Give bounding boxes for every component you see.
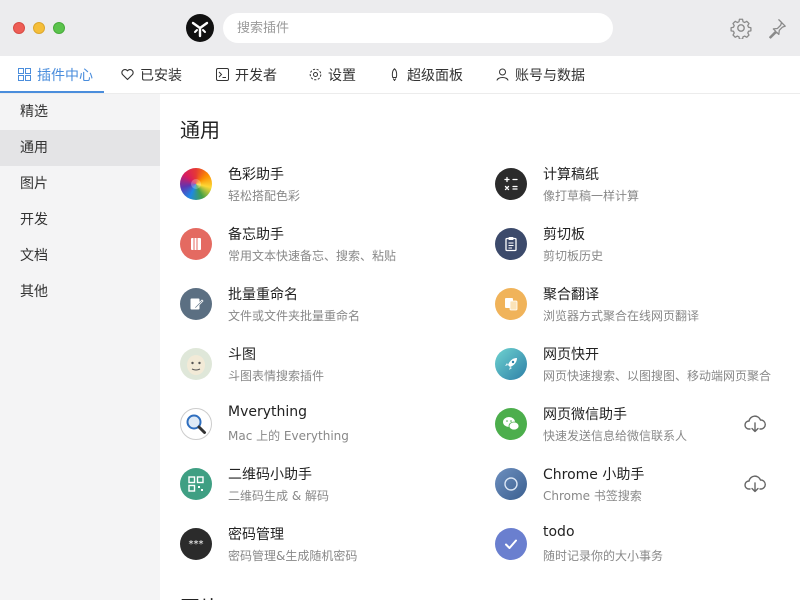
plugin-name: 备忘助手 [228,227,284,243]
cloud-download-icon[interactable] [743,412,767,436]
plugin-item-todo[interactable]: todo 随时记录你的大小事务 [495,524,795,576]
memo-icon [180,228,212,260]
rename-icon [180,288,212,320]
magnifier-icon [180,408,212,440]
plugin-item-meme[interactable]: 斗图 斗图表情搜索插件 [180,344,480,396]
plugin-name: 网页快开 [543,347,599,363]
plugin-item-clipboard[interactable]: 剪切板 剪切板历史 [495,224,795,276]
next-section-title: 图片 [180,592,220,600]
plugin-item-batch-rename[interactable]: 批量重命名 文件或文件夹批量重命名 [180,284,480,336]
plugin-item-password-manager[interactable]: *** 密码管理 密码管理&生成随机密码 [180,524,480,576]
tab-bar: 插件中心 已安装 开发者 设置 超级面板 账号与数据 [0,56,800,94]
sidebar-item-development[interactable]: 开发 [0,202,160,238]
rocket-launch-icon [495,348,527,380]
sidebar-item-general[interactable]: 通用 [0,130,160,166]
plugin-description: 二维码生成 & 解码 [228,489,329,503]
tab-installed[interactable]: 已安装 [121,56,182,93]
search-input[interactable] [223,13,613,43]
chrome-icon [495,468,527,500]
active-tab-indicator [0,91,104,93]
plugin-description: 斗图表情搜索插件 [228,369,325,383]
tab-label: 已安装 [140,67,182,84]
gear-icon [309,68,322,81]
tab-label: 超级面板 [407,67,463,84]
plugin-item-mverything[interactable]: Mverything Mac 上的 Everything [180,404,480,456]
plugin-name: 聚合翻译 [543,287,599,303]
sidebar-item-featured[interactable]: 精选 [0,94,160,130]
rocket-icon [391,68,398,81]
terminal-icon [216,68,229,81]
plugin-name: 剪切板 [543,227,585,243]
tab-plugin-center[interactable]: 插件中心 [18,56,93,93]
calculator-icon [495,168,527,200]
plugin-name: 批量重命名 [228,287,298,303]
tab-label: 设置 [328,67,356,84]
sidebar: 精选 通用 图片 开发 文档 其他 [0,94,160,600]
section-title: 通用 [180,118,220,142]
pin-icon[interactable] [766,17,788,39]
plugin-item-web-quick-open[interactable]: 网页快开 网页快速搜索、以图搜图、移动端网页聚合 [495,344,795,396]
wechat-icon [495,408,527,440]
tab-label: 账号与数据 [515,67,585,84]
plugin-name: 密码管理 [228,527,284,543]
heart-icon [121,69,134,81]
tab-super-panel[interactable]: 超级面板 [388,56,463,93]
close-window-button[interactable] [13,22,25,34]
svg-text:***: *** [189,539,204,550]
plugin-name: 计算稿纸 [543,167,599,183]
plugin-description: 常用文本快速备忘、搜索、粘贴 [228,249,397,263]
plugin-item-calc-paper[interactable]: 计算稿纸 像打草稿一样计算 [495,164,795,216]
gear-icon[interactable] [730,17,752,39]
clipboard-icon [495,228,527,260]
plugin-item-memo-assistant[interactable]: 备忘助手 常用文本快速备忘、搜索、粘贴 [180,224,480,276]
plugin-description: Mac 上的 Everything [228,429,349,443]
tab-settings[interactable]: 设置 [309,56,356,93]
color-wheel-icon [180,168,212,200]
qrcode-icon [180,468,212,500]
plugin-item-color-assistant[interactable]: 色彩助手 轻松搭配色彩 [180,164,480,216]
plugin-description: 文件或文件夹批量重命名 [228,309,361,323]
tab-developer[interactable]: 开发者 [216,56,277,93]
plugin-item-qrcode[interactable]: 二维码小助手 二维码生成 & 解码 [180,464,480,516]
plugin-name: 色彩助手 [228,167,284,183]
plugin-description: 随时记录你的大小事务 [543,549,664,563]
plugin-description: 网页快速搜索、以图搜图、移动端网页聚合 [543,369,772,383]
plugin-description: 轻松搭配色彩 [228,189,301,203]
sidebar-item-documents[interactable]: 文档 [0,238,160,274]
plugin-description: 快速发送信息给微信联系人 [543,429,688,443]
plugin-item-aggregate-translate[interactable]: 聚合翻译 浏览器方式聚合在线网页翻译 [495,284,795,336]
app-logo-icon [186,14,214,42]
plugin-name: todo [543,524,575,540]
minimize-window-button[interactable] [33,22,45,34]
plugin-item-chrome-assistant[interactable]: Chrome 小助手 Chrome 书签搜索 [495,464,785,516]
sidebar-item-other[interactable]: 其他 [0,274,160,310]
plugin-name: Chrome 小助手 [543,467,645,483]
plugin-description: 像打草稿一样计算 [543,189,640,203]
password-icon: *** [180,528,212,560]
plugin-item-web-wechat[interactable]: 网页微信助手 快速发送信息给微信联系人 [495,404,785,456]
plugin-name: 二维码小助手 [228,467,312,483]
grid-icon [18,68,31,81]
plugin-description: 浏览器方式聚合在线网页翻译 [543,309,700,323]
user-icon [496,68,509,81]
translate-icon [495,288,527,320]
title-bar [0,0,800,56]
plugin-description: 剪切板历史 [543,249,604,263]
plugin-list-panel: 通用 色彩助手 轻松搭配色彩 计算稿纸 像打草稿一样计算 备忘助手 常用文本快速… [160,94,800,600]
meme-face-icon [180,348,212,380]
plugin-name: 网页微信助手 [543,407,627,423]
plugin-description: Chrome 书签搜索 [543,489,642,503]
tab-label: 插件中心 [37,67,93,84]
plugin-description: 密码管理&生成随机密码 [228,549,358,563]
plugin-name: 斗图 [228,347,256,363]
cloud-download-icon[interactable] [743,472,767,496]
check-icon [495,528,527,560]
tab-account-data[interactable]: 账号与数据 [496,56,585,93]
zoom-window-button[interactable] [53,22,65,34]
tab-label: 开发者 [235,67,277,84]
plugin-name: Mverything [228,404,308,420]
sidebar-item-images[interactable]: 图片 [0,166,160,202]
